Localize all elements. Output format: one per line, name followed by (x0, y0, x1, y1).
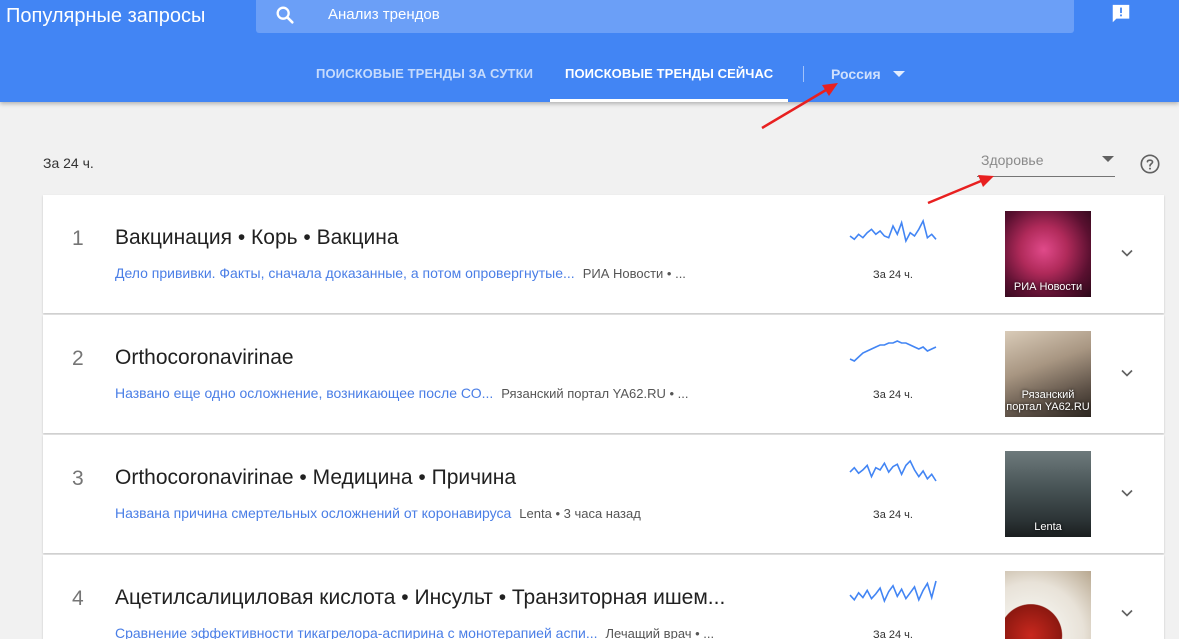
chevron-down-icon[interactable] (1117, 603, 1137, 623)
sparkline-label: За 24 ч. (873, 389, 913, 401)
sparkline-label: За 24 ч. (873, 629, 913, 639)
trend-card[interactable]: 3 Orthocoronavirinae • Медицина • Причин… (43, 435, 1164, 553)
category-select[interactable]: Здоровье (981, 152, 1044, 168)
help-icon[interactable] (1139, 153, 1161, 175)
trend-rank: 4 (72, 587, 84, 610)
thumbnail-source-label: Рязанский портал YA62.RU (1006, 389, 1090, 413)
trend-thumbnail[interactable] (1005, 571, 1091, 639)
trend-article: Названо еще одно осложнение, возникающее… (115, 385, 815, 401)
sparkline-path (849, 340, 937, 362)
trend-sparkline (849, 218, 937, 244)
tab-divider (803, 66, 804, 82)
trend-card[interactable]: 1 Вакцинация • Корь • Вакцина Дело приви… (43, 195, 1164, 313)
chevron-down-icon[interactable] (1117, 483, 1137, 503)
trend-sparkline (849, 580, 937, 604)
app-header: Популярные запросы Анализ трендов ПОИСКО… (0, 0, 1179, 102)
category-dropdown-icon[interactable] (1102, 156, 1114, 162)
trend-title[interactable]: Ацетилсалициловая кислота • Инсульт • Тр… (115, 586, 805, 610)
thumbnail-source-label: РИА Новости (1013, 281, 1083, 293)
region-dropdown-icon[interactable] (893, 71, 905, 77)
trend-thumbnail[interactable]: РИА Новости (1005, 211, 1091, 297)
app-title[interactable]: Популярные запросы (6, 5, 205, 28)
article-link[interactable]: Сравнение эффективности тикагрелора-аспи… (115, 625, 598, 639)
trend-article: Сравнение эффективности тикагрелора-аспи… (115, 625, 815, 639)
article-link[interactable]: Названо еще одно осложнение, возникающее… (115, 385, 493, 401)
article-source: РИА Новости • ... (582, 266, 686, 281)
trend-article: Дело прививки. Факты, сначала доказанные… (115, 265, 815, 281)
trend-rank: 3 (72, 467, 84, 490)
thumbnail-source-label: Lenta (1034, 521, 1062, 533)
article-link[interactable]: Дело прививки. Факты, сначала доказанные… (115, 265, 575, 281)
trend-sparkline (849, 459, 937, 482)
trend-thumbnail[interactable]: Рязанский портал YA62.RU (1005, 331, 1091, 417)
search-bar[interactable]: Анализ трендов (256, 0, 1074, 33)
sparkline-path (849, 459, 937, 482)
chevron-down-icon[interactable] (1117, 243, 1137, 263)
article-source: Лечащий врач • ... (605, 626, 715, 639)
chevron-down-icon[interactable] (1117, 363, 1137, 383)
trend-rank: 2 (72, 347, 84, 370)
tab-realtime-trends[interactable]: ПОИСКОВЫЕ ТРЕНДЫ СЕЙЧАС (565, 66, 773, 81)
search-icon[interactable] (274, 4, 296, 26)
sparkline-path (849, 580, 937, 604)
sparkline-label: За 24 ч. (873, 269, 913, 281)
period-label: За 24 ч. (43, 155, 94, 171)
trend-title[interactable]: Orthocoronavirinae (115, 346, 805, 370)
trend-title[interactable]: Вакцинация • Корь • Вакцина (115, 226, 805, 250)
trend-card[interactable]: 2 Orthocoronavirinae Названо еще одно ос… (43, 315, 1164, 433)
feedback-icon[interactable] (1110, 3, 1132, 25)
search-input[interactable]: Анализ трендов (328, 6, 440, 23)
trend-article: Названа причина смертельных осложнений о… (115, 505, 815, 521)
article-source: Lenta • 3 часа назад (519, 506, 641, 521)
trend-card[interactable]: 4 Ацетилсалициловая кислота • Инсульт • … (43, 555, 1164, 639)
trend-thumbnail[interactable]: Lenta (1005, 451, 1091, 537)
article-source: Рязанский портал YA62.RU • ... (501, 386, 689, 401)
region-select[interactable]: Россия (831, 66, 881, 82)
sparkline-path (849, 218, 937, 244)
trend-title[interactable]: Orthocoronavirinae • Медицина • Причина (115, 466, 805, 490)
article-link[interactable]: Названа причина смертельных осложнений о… (115, 505, 511, 521)
sparkline-label: За 24 ч. (873, 509, 913, 521)
category-underline (977, 176, 1115, 177)
trend-sparkline (849, 340, 937, 362)
active-tab-indicator (550, 99, 788, 102)
tab-daily-trends[interactable]: ПОИСКОВЫЕ ТРЕНДЫ ЗА СУТКИ (316, 66, 533, 81)
trend-rank: 1 (72, 227, 84, 250)
